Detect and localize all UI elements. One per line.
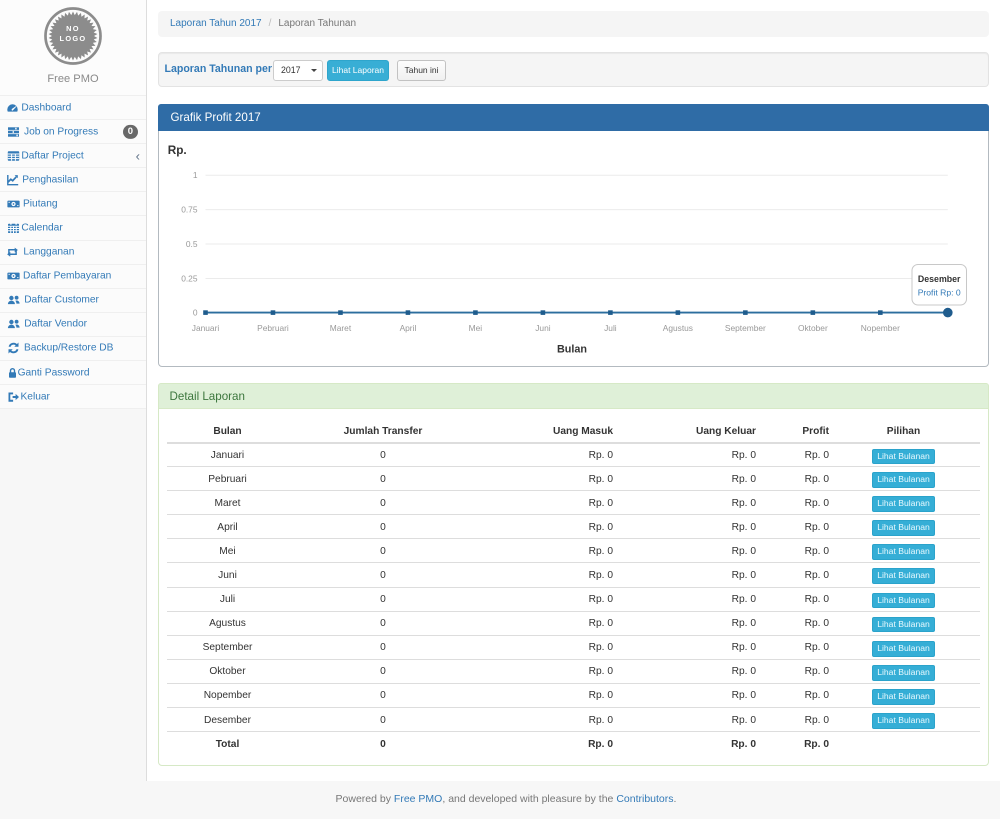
svg-text:Agustus: Agustus (663, 323, 693, 333)
svg-text:Maret: Maret (330, 323, 352, 333)
svg-text:Desember: Desember (918, 274, 961, 284)
svg-text:0.25: 0.25 (181, 273, 198, 283)
svg-text:Rp.: Rp. (168, 142, 187, 156)
svg-text:Nopember: Nopember (861, 323, 900, 333)
svg-text:Juli: Juli (604, 323, 617, 333)
svg-text:NO: NO (66, 24, 80, 33)
svg-text:Oktober: Oktober (798, 323, 828, 333)
svg-text:LOGO: LOGO (60, 34, 87, 43)
svg-text:0.75: 0.75 (181, 204, 198, 214)
svg-text:0.5: 0.5 (186, 239, 198, 249)
svg-text:Januari: Januari (192, 323, 220, 333)
svg-text:September: September (725, 323, 766, 333)
svg-text:Mei: Mei (469, 323, 483, 333)
svg-text:Profit Rp: 0: Profit Rp: 0 (918, 287, 961, 297)
svg-text:Juni: Juni (535, 323, 551, 333)
svg-text:April: April (400, 323, 417, 333)
svg-text:Pebruari: Pebruari (257, 323, 289, 333)
svg-text:Bulan: Bulan (557, 343, 587, 355)
svg-text:1: 1 (193, 170, 198, 180)
svg-text:0: 0 (193, 307, 198, 317)
